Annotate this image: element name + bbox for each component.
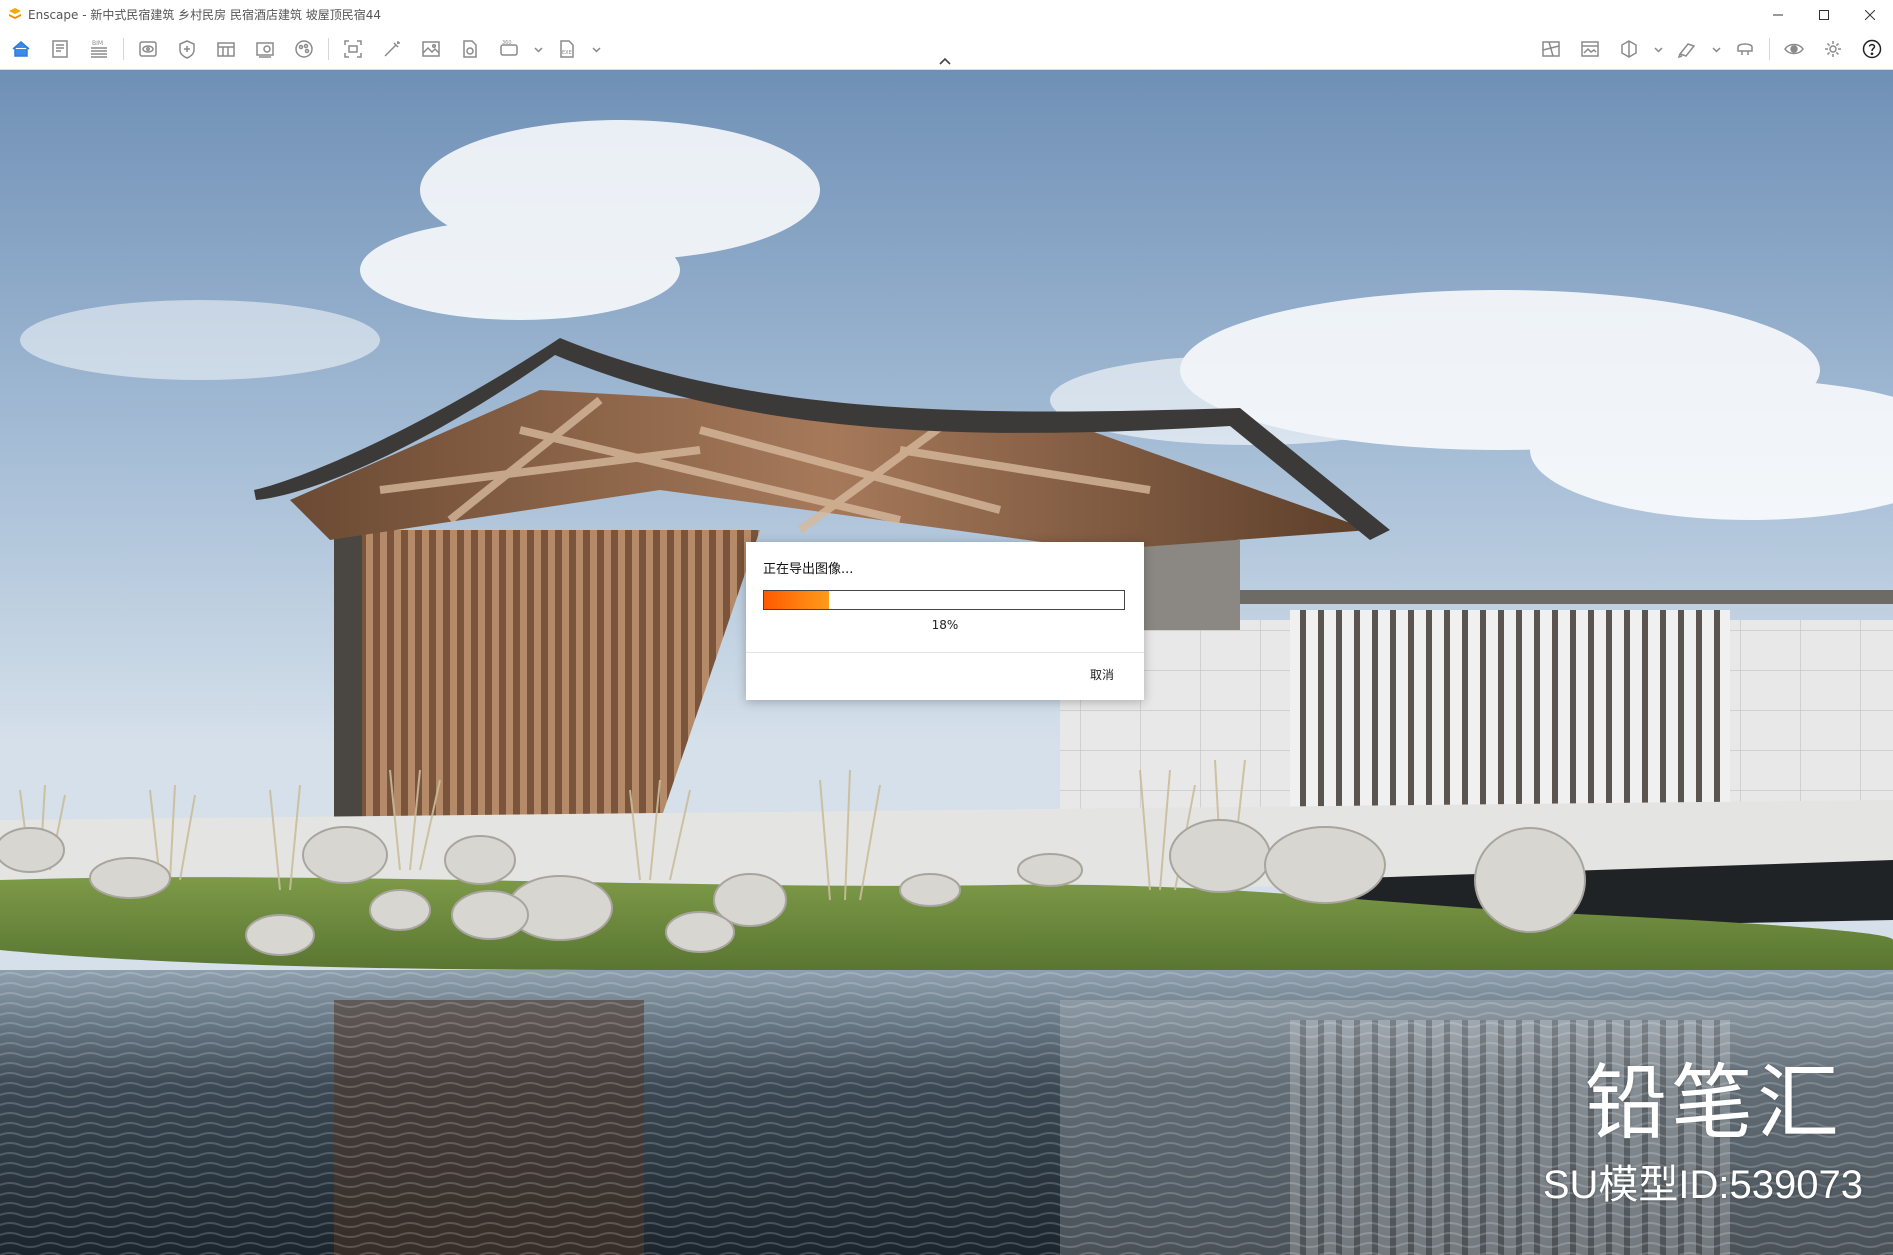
map-icon [1542, 41, 1560, 57]
view-icon [139, 41, 157, 57]
asset-library-icon [179, 40, 195, 59]
title-bar: Enscape - 新中式民宿建筑 乡村民房 民宿酒店建筑 坡屋顶民宿44 [0, 0, 1893, 29]
panorama-icon [463, 40, 477, 58]
video-360-button[interactable]: 360 [494, 35, 524, 63]
cube-icon [1621, 40, 1637, 58]
video-360-icon: 360 [500, 40, 518, 56]
brand-watermark: 铅笔汇 [1584, 1056, 1843, 1151]
chevron-down-icon [533, 46, 543, 53]
image-icon [422, 41, 440, 57]
asset-library-button[interactable] [172, 35, 202, 63]
collapse-toolbar-button[interactable] [938, 52, 958, 65]
collaborative-annotation-icon [1677, 43, 1696, 59]
map-button[interactable] [1536, 35, 1566, 63]
material-editor-button[interactable] [250, 35, 280, 63]
dialog-divider [746, 652, 1144, 653]
export-exe-button[interactable]: EXE [552, 35, 582, 63]
vr-headset-icon [1737, 43, 1753, 55]
visual-settings-icon [1784, 43, 1804, 55]
toolbar-separator [1769, 38, 1770, 60]
toolbar-separator [328, 38, 329, 60]
atmosphere-button[interactable] [289, 35, 319, 63]
cancel-button[interactable]: 取消 [1090, 666, 1114, 683]
toolbar-separator [123, 38, 124, 60]
views-manager-button[interactable] [211, 35, 241, 63]
cube-dropdown[interactable] [1653, 35, 1663, 63]
model-id-watermark: SU模型ID:539073 [1542, 1163, 1863, 1207]
chevron-up-icon [939, 57, 951, 65]
annotation-dropdown[interactable] [1711, 35, 1721, 63]
render-window-button[interactable] [1575, 35, 1605, 63]
svg-text:BIM: BIM [92, 40, 103, 47]
home-icon [12, 41, 30, 57]
enscape-logo-icon [9, 7, 21, 19]
screenshot-icon [344, 40, 362, 58]
minimize-icon [1773, 14, 1783, 15]
help-button[interactable] [1857, 35, 1887, 63]
export-dropdown[interactable] [591, 35, 601, 63]
window-controls [1755, 0, 1893, 29]
screenshot-button[interactable] [338, 35, 368, 63]
bim-button[interactable]: BIM [84, 35, 114, 63]
image-button[interactable] [416, 35, 446, 63]
svg-text:EXE: EXE [562, 50, 572, 56]
batch-render-button[interactable] [377, 35, 407, 63]
atmosphere-icon [295, 40, 313, 58]
collaborative-annotation-button[interactable] [1672, 35, 1702, 63]
export-progress-dialog: 正在导出图像... 18% 取消 [746, 542, 1144, 700]
toolbar-right-group [1536, 35, 1887, 63]
chevron-down-icon [1653, 46, 1663, 53]
maximize-button[interactable] [1801, 0, 1847, 29]
document-icon [52, 40, 68, 58]
chevron-down-icon [1711, 46, 1721, 53]
render-window-icon [1581, 41, 1599, 57]
batch-render-icon [384, 41, 400, 57]
toolbar-left-group: BIM 360 EXE [6, 35, 601, 63]
window-title: Enscape - 新中式民宿建筑 乡村民房 民宿酒店建筑 坡屋顶民宿44 [28, 8, 382, 22]
minimize-button[interactable] [1755, 0, 1801, 29]
view-button[interactable] [133, 35, 163, 63]
progress-bar-fill [764, 591, 829, 609]
progress-bar [763, 590, 1125, 610]
close-icon [1865, 9, 1875, 20]
settings-button[interactable] [1818, 35, 1848, 63]
material-editor-icon [256, 42, 274, 58]
vr-headset-button[interactable] [1730, 35, 1760, 63]
visual-settings-button[interactable] [1779, 35, 1809, 63]
views-manager-icon [217, 42, 235, 57]
maximize-icon [1819, 9, 1829, 20]
export-exe-icon: EXE [560, 40, 574, 58]
settings-gear-icon [1825, 41, 1841, 57]
bim-icon: BIM [91, 40, 107, 58]
chevron-down-icon [591, 46, 601, 53]
help-icon [1862, 39, 1882, 59]
cube-button[interactable] [1614, 35, 1644, 63]
dialog-title: 正在导出图像... [763, 562, 854, 577]
svg-text:360: 360 [502, 40, 512, 46]
progress-percentage: 18% [931, 618, 959, 632]
home-button[interactable] [6, 35, 36, 63]
panorama-button[interactable] [455, 35, 485, 63]
document-button[interactable] [45, 35, 75, 63]
close-button[interactable] [1847, 0, 1893, 29]
video-360-dropdown[interactable] [533, 35, 543, 63]
